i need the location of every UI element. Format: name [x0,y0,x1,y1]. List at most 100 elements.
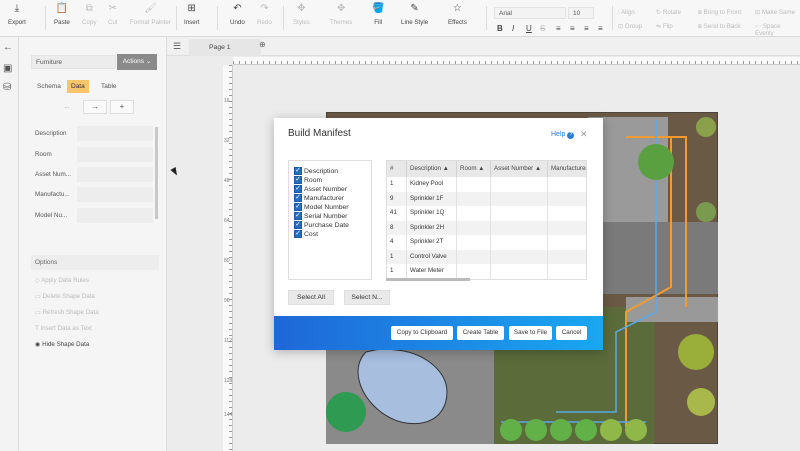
tab-table[interactable]: Table [97,80,121,93]
bold-button[interactable]: B [497,24,503,33]
next-record-button[interactable]: → [83,100,107,114]
make-same-button[interactable]: ⊟ Make Same [755,9,795,16]
tree[interactable] [678,334,714,370]
prev-record-icon[interactable]: ← [63,102,71,111]
select-all-button[interactable]: Select All [288,290,334,305]
table-row[interactable]: 1 Water Meter [387,264,586,279]
table-row[interactable]: 4 Sprinkler 2T [387,235,586,250]
panel-scrollbar[interactable] [155,127,158,219]
shrub[interactable] [500,419,522,441]
refresh-shape-data-item[interactable]: ▭ Refresh Shape Data [35,309,99,316]
copy-button[interactable]: ⧉ Copy [82,3,96,33]
table-row[interactable]: 8 Sprinkler 2H [387,220,586,235]
bullet-list-button[interactable]: ≡ [584,24,589,33]
add-record-button[interactable]: + [110,100,134,114]
hide-shape-data-item[interactable]: ◉ Hide Shape Data [35,341,89,348]
shrub[interactable] [550,419,572,441]
themes-button[interactable]: ✥ Themes [330,3,352,33]
help-link[interactable]: Help? [551,131,575,139]
effects-button[interactable]: ☆ Effects [448,3,467,33]
paste-button[interactable]: 📋 Paste [54,3,70,33]
column-checkbox-room[interactable]: ✓ Room [294,176,322,184]
format-painter-button[interactable]: 🖌 Format Painter [130,3,171,33]
redo-button[interactable]: ↷ Redo [257,3,272,33]
apply-data-rules-item[interactable]: ◇ Apply Data Rules [35,277,89,284]
styles-button[interactable]: ✥ Styles [293,3,310,33]
cancel-button[interactable]: Cancel [556,326,587,340]
hamburger-menu-icon[interactable]: ☰ [173,41,181,52]
rotate-button[interactable]: ↻ Rotate [656,9,681,16]
column-checkbox-manufacturer[interactable]: ✓ Manufacturer [294,194,344,202]
cut-button[interactable]: ✂ Cut [108,3,118,33]
column-checkbox-serial-number[interactable]: ✓ Serial Number [294,212,347,220]
align-text-button[interactable]: ≡ [556,24,561,33]
align-button[interactable]: ⫶ Align [618,9,635,17]
actions-button[interactable]: Actions ⌄ [117,54,157,70]
insert-button[interactable]: ⊞ Insert [184,3,199,33]
column-checkbox-asset-number[interactable]: ✓ Asset Number [294,185,347,193]
collapse-arrow-icon[interactable]: ← [3,42,13,53]
database-icon[interactable]: ⛁ [3,82,11,93]
vertical-align-button[interactable]: ≡ [570,24,575,33]
grid-header-number[interactable]: # [387,161,407,177]
insert-data-as-text-item[interactable]: T Insert Data as Text [35,325,92,332]
tree[interactable] [687,388,715,416]
shrub[interactable] [525,419,547,441]
path-strip[interactable] [626,297,718,322]
strikethrough-button[interactable]: S [540,24,545,33]
table-row[interactable]: 1 Control Valve [387,249,586,264]
column-checkbox-model-number[interactable]: ✓ Model Number [294,203,349,211]
save-to-file-button[interactable]: Save to File [509,326,552,340]
italic-button[interactable]: I [512,24,514,33]
tab-data[interactable]: Data [67,80,89,93]
undo-button[interactable]: ↶ Undo [230,3,245,33]
line-style-button[interactable]: ✎ Line Style [401,3,428,33]
column-checkbox-purchase-date[interactable]: ✓ Purchase Date [294,221,349,229]
options-header[interactable]: Options [31,255,159,270]
close-icon[interactable]: ✕ [580,129,588,140]
grid-header-manufacturer[interactable]: Manufacturer [548,161,586,177]
flip-button[interactable]: ⇋ Flip [656,23,673,30]
tree[interactable] [696,202,716,222]
tab-schema[interactable]: Schema [33,80,65,93]
send-to-back-button[interactable]: ⧈ Send to Back [698,23,740,31]
grid-header-description[interactable]: Description ▲ [407,161,457,177]
grid-header-room[interactable]: Room ▲ [457,161,491,177]
grid-horizontal-scrollbar[interactable] [386,278,470,281]
font-size-select[interactable]: 10 [568,7,594,19]
tree[interactable] [638,144,674,180]
dataset-select[interactable]: Furniture [31,55,116,69]
table-row[interactable]: 41 Sprinkler 1Q [387,206,586,221]
field-value-manufacturer[interactable] [77,187,153,202]
field-value-asset-number[interactable] [77,167,153,182]
tab-page-1[interactable]: Page 1 [189,39,261,56]
delete-shape-data-item[interactable]: ▭ Delete Shape Data [35,293,95,300]
underline-button[interactable]: U [526,24,532,33]
export-button[interactable]: ⤓ Export [8,3,26,33]
grid-header-asset-number[interactable]: Asset Number ▲ [491,161,548,177]
group-button[interactable]: ⊡ Group [618,23,642,30]
font-family-select[interactable]: Arial [494,7,566,19]
patio[interactable] [588,222,718,294]
table-row[interactable]: 1 Kidney Pool [387,177,586,192]
bring-to-front-button[interactable]: ⧈ Bring to Front [698,9,741,17]
create-table-button[interactable]: Create Table [457,326,504,340]
copy-to-clipboard-button[interactable]: Copy to Clipboard [391,326,453,340]
tree[interactable] [326,392,366,432]
field-value-description[interactable] [77,126,153,141]
shrub[interactable] [575,419,597,441]
column-checkbox-description[interactable]: ✓ Description [294,167,338,175]
field-value-model-number[interactable] [77,208,153,223]
select-none-button[interactable]: Select N... [344,290,390,305]
shrub[interactable] [625,419,647,441]
numbered-list-button[interactable]: ≡ [598,24,603,33]
table-row[interactable]: 9 Sprinkler 1F [387,191,586,206]
column-checkbox-cost[interactable]: ✓ Cost [294,230,318,238]
space-evenly-button[interactable]: ⋯ Space Evenly [755,23,800,37]
briefcase-icon[interactable]: ▣ [3,63,12,74]
fill-button[interactable]: 🪣 Fill [372,3,384,33]
add-page-icon[interactable]: ⊕ [259,40,266,49]
shrub[interactable] [600,419,622,441]
tree[interactable] [696,117,716,137]
field-value-room[interactable] [77,147,153,162]
